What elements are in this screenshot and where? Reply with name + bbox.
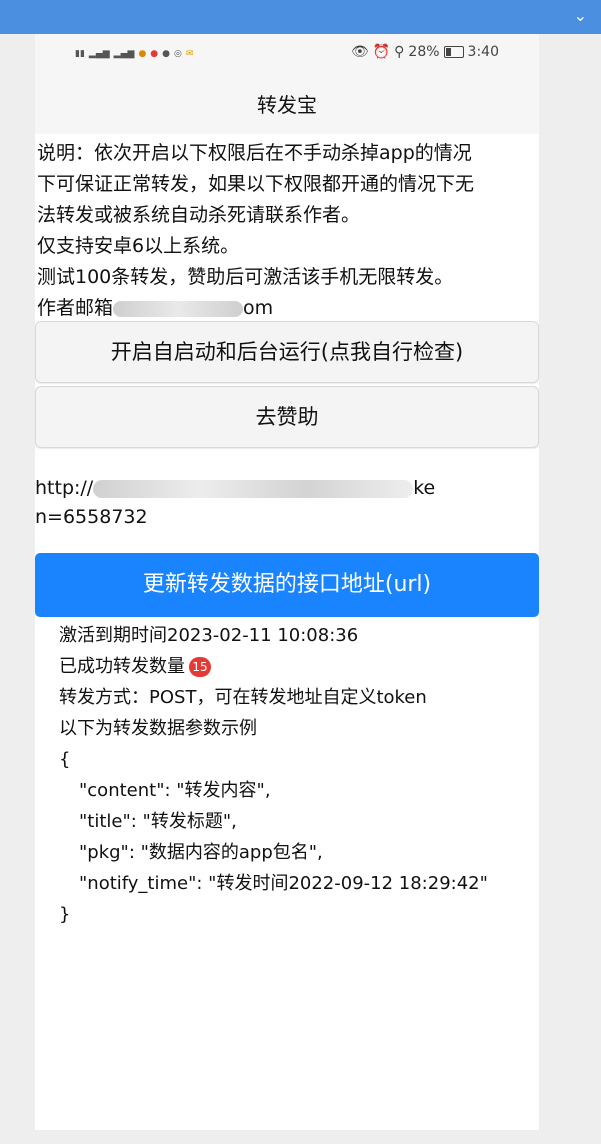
forwarded-count-row: 已成功转发数量 15	[59, 651, 529, 682]
url-line2: n=6558732	[35, 506, 148, 528]
app-bar: 转发宝	[35, 72, 539, 134]
location-icon: ⚲	[394, 44, 405, 60]
eye-icon: 👁	[350, 44, 369, 60]
page-title: 转发宝	[257, 93, 317, 117]
app-notification-icon: ●	[162, 48, 171, 59]
json-notify-time: "notify_time": "转发时间2022-09-12 18:29:42"	[79, 873, 488, 894]
json-brace-open: {	[59, 749, 71, 770]
redacted-email	[113, 300, 244, 317]
status-icons-right: 👁 ⏰ ⚲ 28% 3:40	[351, 44, 499, 60]
phone-screen: ▮▮ ▂▄▆ ▂▄▆ ● ● ● ◎ ✉ 👁 ⏰ ⚲ 28% 3:40 转发宝 …	[35, 34, 539, 1130]
url-suffix: ke	[413, 477, 436, 499]
app-notification-icon: ●	[138, 48, 147, 59]
clock: 3:40	[467, 44, 499, 60]
json-title: "title": "转发标题",	[79, 811, 237, 832]
description-line: 仅支持安卓6以上系统。	[37, 235, 240, 257]
forwarded-count-label: 已成功转发数量	[59, 656, 185, 677]
author-email-label: 作者邮箱	[37, 297, 114, 319]
forwarded-count-badge: 15	[189, 657, 211, 677]
description-line: 下可保证正常转发，如果以下权限都开通的情况下无	[37, 173, 475, 195]
app-notification-icon: ◎	[174, 48, 182, 59]
redacted-url	[93, 479, 414, 498]
autostart-button[interactable]: 开启自启动和后台运行(点我自行检查)	[35, 321, 539, 383]
description-line: 法转发或被系统自动杀死请联系作者。	[37, 204, 361, 226]
description-text: 说明：依次开启以下权限后在不手动杀掉app的情况 下可保证正常转发，如果以下权限…	[37, 138, 537, 324]
hd-icon: ▮▮	[75, 48, 85, 59]
info-panel: 激活到期时间2023-02-11 10:08:36 已成功转发数量 15 转发方式…	[59, 620, 529, 930]
api-url-text: http:// ke n=6558732	[35, 474, 539, 532]
json-brace-close: }	[59, 904, 71, 925]
description-line: 说明：依次开启以下权限后在不手动杀掉app的情况	[37, 142, 472, 164]
example-label: 以下为转发数据参数示例	[59, 718, 257, 739]
battery-icon	[443, 46, 464, 58]
alarm-icon: ⏰	[372, 44, 391, 60]
chevron-down-icon[interactable]: ⌄	[574, 6, 587, 26]
signal-icon: ▂▄▆	[113, 48, 135, 59]
status-icons-left: ▮▮ ▂▄▆ ▂▄▆ ● ● ● ◎ ✉	[75, 46, 193, 62]
json-content: "content": "转发内容",	[79, 780, 271, 801]
forward-method: 转发方式：POST，可在转发地址自定义token	[59, 687, 427, 708]
status-bar: ▮▮ ▂▄▆ ▂▄▆ ● ● ● ◎ ✉ 👁 ⏰ ⚲ 28% 3:40	[35, 34, 539, 72]
signal-icon: ▂▄▆	[88, 48, 110, 59]
activation-expiry: 激活到期时间2023-02-11 10:08:36	[59, 625, 359, 646]
mail-icon: ✉	[185, 48, 194, 59]
author-email-suffix: om	[243, 297, 274, 319]
sponsor-button[interactable]: 去赞助	[35, 386, 539, 448]
browser-top-bar: ⌄	[0, 0, 601, 34]
url-prefix: http://	[35, 477, 94, 499]
json-pkg: "pkg": "数据内容的app包名",	[79, 842, 323, 863]
weibo-icon: ●	[150, 48, 159, 59]
description-line: 测试100条转发，赞助后可激活该手机无限转发。	[37, 266, 454, 288]
author-email: 作者邮箱 om	[37, 293, 537, 324]
battery-percent: 28%	[408, 44, 440, 60]
update-url-button[interactable]: 更新转发数据的接口地址(url)	[35, 553, 539, 617]
